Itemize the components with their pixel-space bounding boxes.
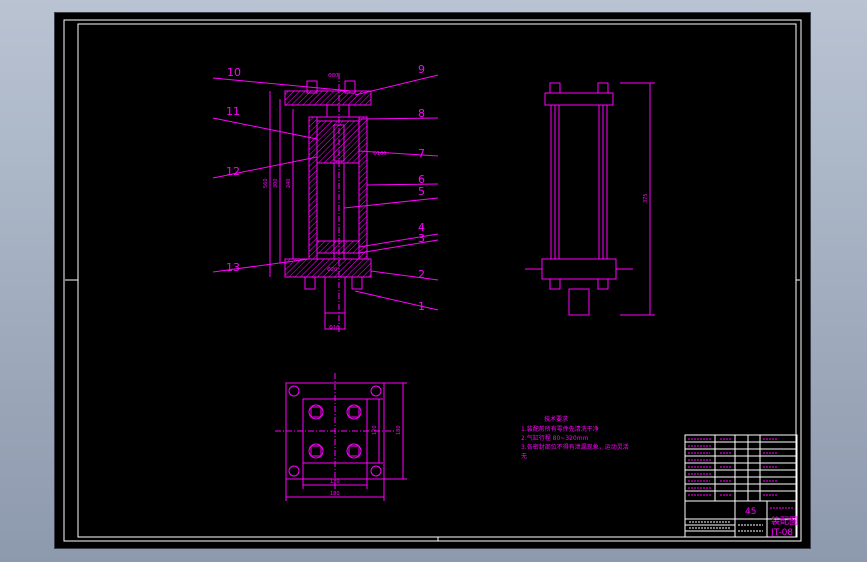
svg-text:Φ16: Φ16 <box>329 325 339 331</box>
callout-12: 12 <box>226 165 240 178</box>
drawing-number: JT-08 <box>770 528 793 538</box>
drawing-name: 装配图 <box>771 515 798 527</box>
callout-8: 8 <box>418 107 425 120</box>
technical-requirements: 技术要求 1.装配前所有零件先清洗干净 2.气缸行程 80~320mm 3.各密… <box>521 415 629 460</box>
svg-text:300: 300 <box>273 178 279 188</box>
callout-7: 7 <box>418 147 425 160</box>
top-view: 180 120 180 120 <box>275 373 407 501</box>
callout-11: 11 <box>226 105 240 118</box>
side-view: 375 <box>525 82 655 316</box>
callout-5: 5 <box>418 185 425 198</box>
scale-value: 45 <box>745 507 756 517</box>
tech-req-item-2: 2.气缸行程 80~320mm <box>521 434 589 442</box>
title-block: 45 装配图 JT-08 <box>684 434 798 538</box>
callout-3: 3 <box>418 232 425 245</box>
svg-text:560: 560 <box>263 178 269 188</box>
tech-req-title: 技术要求 <box>544 415 568 423</box>
svg-text:180: 180 <box>396 425 402 435</box>
svg-text:180: 180 <box>330 491 340 497</box>
svg-text:240: 240 <box>286 178 292 188</box>
svg-text:Φ80: Φ80 <box>328 73 338 79</box>
svg-text:120: 120 <box>330 479 340 485</box>
drawing-sheet: 560 300 240 Φ80 Φ100 Φ20 Φ16 10 9 11 8 7… <box>63 19 802 542</box>
tech-req-item-4: 无 <box>521 453 527 460</box>
svg-text:Φ20: Φ20 <box>327 267 337 273</box>
callout-9: 9 <box>418 63 425 76</box>
svg-text:120: 120 <box>372 425 378 435</box>
cad-drawing-viewport[interactable]: 560 300 240 Φ80 Φ100 Φ20 Φ16 10 9 11 8 7… <box>55 13 810 548</box>
tech-req-item-1: 1.装配前所有零件先清洗干净 <box>521 425 599 433</box>
callout-13: 13 <box>226 261 240 274</box>
callout-2: 2 <box>418 268 425 281</box>
tech-req-item-3: 3.各密封部位不得有泄漏现象，运动灵活 <box>521 443 629 451</box>
svg-text:375: 375 <box>643 193 649 203</box>
callout-10: 10 <box>227 66 241 79</box>
callout-1: 1 <box>418 300 425 313</box>
